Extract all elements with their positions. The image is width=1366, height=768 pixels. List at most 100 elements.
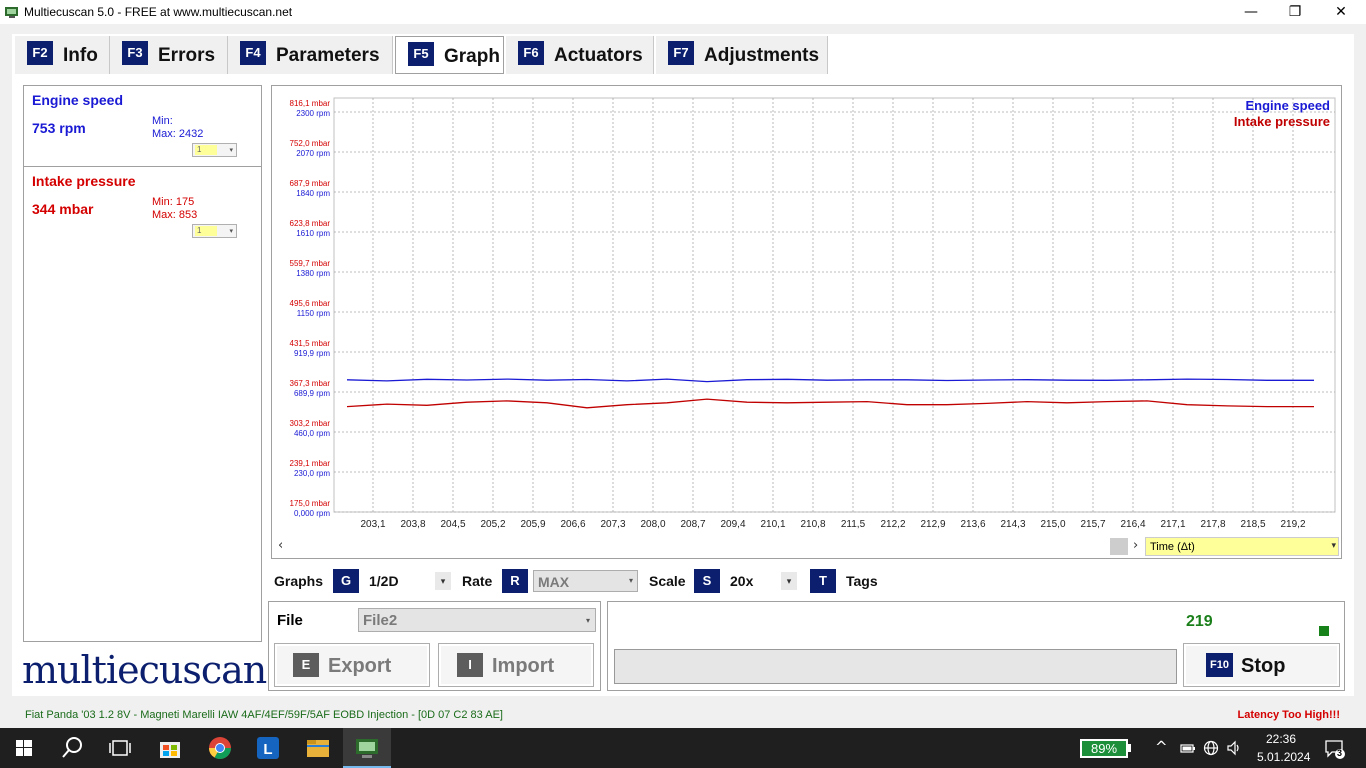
graphs-dropdown-icon[interactable]: ▾ (435, 572, 451, 590)
rate-select[interactable]: MAX ▾ (533, 570, 638, 592)
y-tick-label-rpm: 1610 rpm (296, 229, 330, 238)
graphs-value[interactable]: 1/2D (369, 573, 399, 589)
file-explorer-button[interactable] (294, 728, 342, 768)
status-bar: Fiat Panda '03 1.2 8V - Magneti Marelli … (0, 704, 1366, 726)
store-button[interactable] (146, 728, 194, 768)
f6-key: F6 (518, 41, 544, 65)
y-tick-label-rpm: 1150 rpm (297, 309, 331, 318)
scale-dropdown-icon[interactable]: ▾ (781, 572, 797, 590)
tray-chevron-up-icon[interactable]: ^ (1155, 738, 1168, 756)
app-icon (5, 7, 18, 18)
close-button[interactable]: ✕ (1318, 0, 1364, 24)
f10-key: F10 (1206, 653, 1233, 677)
battery-tray-icon[interactable] (1180, 741, 1196, 755)
globe-icon[interactable] (1203, 740, 1219, 756)
maximize-button[interactable]: ❐ (1272, 0, 1318, 24)
parameter-panel: Engine speed 753 rpm Min: Max: 2432 1 ▾ … (23, 85, 262, 642)
graphs-key[interactable]: G (333, 569, 359, 593)
y-tick-label-pressure: 175,0 mbar (290, 499, 331, 508)
search-button[interactable] (48, 728, 96, 768)
time-axis-select[interactable]: Time (Δt) ▾ (1145, 537, 1339, 556)
tab-info[interactable]: F2 Info (15, 36, 110, 74)
chevron-down-icon: ▾ (229, 147, 233, 154)
horizontal-scrollbar[interactable]: ‹ › (274, 537, 1138, 555)
series-line-intake-pressure (346, 398, 1314, 409)
intake-pressure-select[interactable]: 1 ▾ (192, 224, 237, 238)
tab-graph[interactable]: F5 Graph (395, 36, 504, 74)
chrome-button[interactable] (196, 728, 244, 768)
notification-count: 3 (1337, 748, 1343, 758)
y-tick-label-pressure: 367,3 mbar (290, 379, 331, 388)
y-tick-label-pressure: 687,9 mbar (290, 179, 331, 188)
param-name: Engine speed (32, 92, 124, 108)
tab-label: Graph (444, 46, 500, 67)
file-panel: File File2 ▾ E Export I Import (268, 601, 601, 691)
tab-label: Actuators (554, 45, 643, 66)
clock-date[interactable]: 5.01.2024 (1257, 750, 1310, 764)
scroll-thumb[interactable] (1110, 538, 1128, 555)
y-tick-label-rpm: 2070 rpm (296, 149, 330, 158)
svg-text:L: L (263, 741, 272, 758)
export-label: Export (328, 655, 392, 677)
chevron-down-icon: ▾ (628, 576, 633, 585)
file-select[interactable]: File2 ▾ (358, 608, 596, 632)
x-tick-label: 214,3 (1000, 519, 1025, 530)
y-tick-label-rpm: 460,0 rpm (294, 429, 330, 438)
scroll-right-icon[interactable]: › (1133, 538, 1138, 553)
x-tick-label: 205,2 (480, 519, 505, 530)
tab-errors[interactable]: F3 Errors (110, 36, 228, 74)
taskbar: L ^ 89% 22:36 5.01.2024 3 (0, 728, 1366, 768)
tab-actuators[interactable]: F6 Actuators (506, 36, 654, 74)
l-app-button[interactable]: L (244, 728, 292, 768)
x-tick-label: 212,2 (880, 519, 905, 530)
tags-label[interactable]: Tags (846, 573, 878, 589)
x-tick-label: 210,1 (760, 519, 785, 530)
legend-entry: Intake pressure (1234, 114, 1330, 129)
x-tick-label: 209,4 (720, 519, 745, 530)
y-tick-label-rpm: 1380 rpm (296, 269, 330, 278)
notifications-icon[interactable] (1324, 738, 1346, 760)
progress-bar (614, 649, 1177, 684)
scale-key[interactable]: S (694, 569, 720, 593)
x-tick-label: 204,5 (440, 519, 465, 530)
param-max: Max: 2432 (152, 128, 204, 140)
tab-adjustments[interactable]: F7 Adjustments (656, 36, 828, 74)
import-label: Import (492, 655, 555, 677)
scale-value[interactable]: 20x (730, 573, 753, 589)
f4-key: F4 (240, 41, 266, 65)
file-value: File2 (363, 612, 398, 629)
y-tick-label-rpm: 919,9 rpm (294, 349, 330, 358)
x-tick-label: 217,1 (1160, 519, 1185, 530)
minimize-button[interactable]: — (1228, 0, 1274, 24)
time-axis-value: Time (Δt) (1150, 541, 1195, 553)
y-tick-label-pressure: 303,2 mbar (290, 419, 331, 428)
export-button[interactable]: E Export (274, 643, 430, 687)
rate-key[interactable]: R (502, 569, 528, 593)
scroll-left-icon[interactable]: ‹ (278, 538, 283, 553)
multiecuscan-taskbar-button[interactable] (343, 728, 391, 768)
tags-key[interactable]: T (810, 569, 836, 593)
y-tick-label-pressure: 559,7 mbar (290, 259, 331, 268)
f2-key: F2 (27, 41, 53, 65)
windows-icon (16, 740, 32, 756)
store-icon (160, 742, 180, 758)
x-tick-label: 210,8 (800, 519, 825, 530)
volume-icon[interactable] (1226, 740, 1242, 756)
status-led-icon (1319, 626, 1329, 636)
graphs-label: Graphs (274, 573, 324, 589)
task-view-button[interactable] (96, 728, 144, 768)
import-button[interactable]: I Import (438, 643, 594, 687)
battery-indicator[interactable]: 89% (1080, 739, 1128, 758)
file-label: File (277, 612, 303, 629)
x-tick-label: 205,9 (520, 519, 545, 530)
start-button[interactable] (0, 728, 48, 768)
tab-parameters[interactable]: F4 Parameters (228, 36, 393, 74)
clock-time[interactable]: 22:36 (1266, 732, 1296, 746)
select-value: 1 (195, 145, 217, 155)
y-tick-label-rpm: 0,000 rpm (294, 509, 330, 518)
line-chart: 816,1 mbar2300 rpm 752,0 mbar2070 rpm 687,… (290, 97, 1336, 530)
x-tick-label: 203,8 (400, 519, 425, 530)
stop-button[interactable]: F10 Stop (1183, 643, 1340, 687)
rate-label: Rate (462, 573, 493, 589)
engine-speed-select[interactable]: 1 ▾ (192, 143, 237, 157)
